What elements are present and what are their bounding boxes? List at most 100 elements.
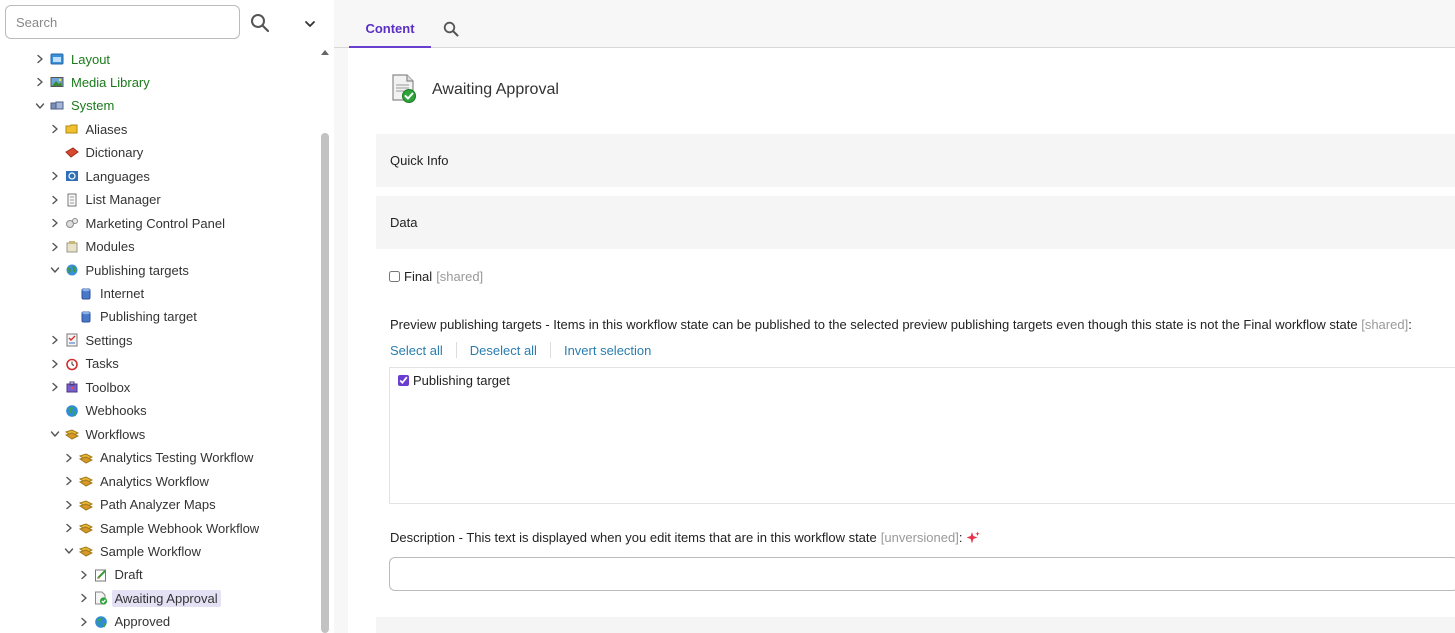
tree-node[interactable]: Tasks xyxy=(49,354,122,374)
tree-node-label[interactable]: Publishing targets xyxy=(83,262,192,279)
workflow-icon xyxy=(79,544,93,558)
tree-node-label[interactable]: Dictionary xyxy=(83,144,147,161)
tree-node[interactable]: Approved xyxy=(78,612,174,632)
tree-node-label[interactable]: Publishing target xyxy=(97,308,200,325)
tree-node[interactable]: Publishing targets xyxy=(49,260,192,280)
tree-node-label[interactable]: Tasks xyxy=(83,355,122,372)
tree-node[interactable]: Webhooks xyxy=(49,401,150,421)
label-colon: : xyxy=(1408,317,1412,332)
tree-node[interactable]: Layout xyxy=(34,49,113,69)
expand-arrow-icon[interactable] xyxy=(49,123,61,135)
expand-arrow-icon[interactable] xyxy=(49,334,61,346)
expand-arrow-icon[interactable] xyxy=(49,170,61,182)
description-input[interactable] xyxy=(389,557,1455,591)
tree-node[interactable]: Toolbox xyxy=(49,377,134,397)
tree-node[interactable]: Publishing target xyxy=(63,307,200,327)
system-icon xyxy=(50,99,64,113)
deselect-all-link[interactable]: Deselect all xyxy=(470,343,537,358)
scrollbar-thumb[interactable] xyxy=(321,133,329,633)
tree-node-label[interactable]: Path Analyzer Maps xyxy=(97,496,219,513)
tree-node[interactable]: Analytics Testing Workflow xyxy=(63,448,256,468)
next-section[interactable] xyxy=(376,617,1455,633)
tree-node[interactable]: Sample Webhook Workflow xyxy=(63,518,262,538)
final-checkbox[interactable] xyxy=(389,271,400,282)
tree-node[interactable]: Draft xyxy=(78,565,146,585)
tree-node[interactable]: Sample Workflow xyxy=(63,541,204,561)
preview-targets-list: Publishing target xyxy=(389,367,1455,504)
tree-node-label[interactable]: Modules xyxy=(83,238,138,255)
expand-arrow-icon[interactable] xyxy=(34,53,46,65)
tree-node-label[interactable]: Draft xyxy=(112,566,146,583)
tree-node-label[interactable]: Sample Workflow xyxy=(97,543,204,560)
expand-arrow-icon[interactable] xyxy=(49,194,61,206)
tree-node-label[interactable]: Layout xyxy=(68,51,113,68)
tree-node-label[interactable]: Marketing Control Panel xyxy=(83,215,228,232)
tree-node[interactable]: Aliases xyxy=(49,119,131,139)
expand-arrow-icon[interactable] xyxy=(78,616,90,628)
quick-info-section[interactable]: Quick Info xyxy=(376,134,1455,187)
expand-arrow-icon[interactable] xyxy=(49,241,61,253)
tree-node[interactable]: Analytics Workflow xyxy=(63,471,212,491)
folder-icon xyxy=(65,122,79,136)
tree-node[interactable]: Path Analyzer Maps xyxy=(63,495,219,515)
tree-node-label[interactable]: System xyxy=(68,97,117,114)
tree-node[interactable]: System xyxy=(34,96,117,116)
tree-node-label[interactable]: Webhooks xyxy=(83,402,150,419)
search-icon[interactable] xyxy=(442,20,460,38)
collapse-arrow-icon[interactable] xyxy=(34,100,46,112)
tree-node-label[interactable]: Aliases xyxy=(83,121,131,138)
content-tree-panel: Layout Media Library System Aliases Dictiona… xyxy=(0,0,334,633)
expand-arrow-icon[interactable] xyxy=(63,499,75,511)
tree-node-label[interactable]: Sample Webhook Workflow xyxy=(97,520,262,537)
invert-selection-link[interactable]: Invert selection xyxy=(564,343,651,358)
tree-node-label[interactable]: Approved xyxy=(112,613,174,630)
expand-arrow-icon[interactable] xyxy=(78,592,90,604)
tree-node[interactable]: Settings xyxy=(49,330,136,350)
expand-arrow-icon[interactable] xyxy=(63,522,75,534)
awaiting-approval-icon xyxy=(392,74,416,103)
search-icon[interactable] xyxy=(248,11,272,35)
tree-node-label[interactable]: Settings xyxy=(83,332,136,349)
tree-node[interactable]: Languages xyxy=(49,166,153,186)
expand-arrow-icon[interactable] xyxy=(63,475,75,487)
tree-node[interactable]: Media Library xyxy=(34,72,153,92)
expand-arrow-icon[interactable] xyxy=(49,358,61,370)
select-all-link[interactable]: Select all xyxy=(390,343,443,358)
tree-node-label[interactable]: Internet xyxy=(97,285,147,302)
publishing-target-checkbox[interactable] xyxy=(398,375,409,386)
sparkle-icon[interactable] xyxy=(966,531,981,545)
data-section[interactable]: Data xyxy=(376,196,1455,249)
tree-node[interactable]: Internet xyxy=(63,284,147,304)
tree-node-label[interactable]: Analytics Workflow xyxy=(97,473,212,490)
tree-node-label[interactable]: Toolbox xyxy=(83,379,134,396)
tree-node[interactable]: List Manager xyxy=(49,190,164,210)
tab-content[interactable]: Content xyxy=(349,10,431,48)
expand-arrow-icon[interactable] xyxy=(78,569,90,581)
tree-node-label[interactable]: Languages xyxy=(83,168,153,185)
tree-node-label[interactable]: List Manager xyxy=(83,191,164,208)
tree-node-label[interactable]: Awaiting Approval xyxy=(111,589,221,607)
tree-node[interactable]: Dictionary xyxy=(49,143,147,163)
tree-node-label[interactable]: Analytics Testing Workflow xyxy=(97,449,256,466)
settings-icon xyxy=(65,333,79,347)
workflow-icon xyxy=(79,474,93,488)
chevron-down-icon[interactable] xyxy=(302,16,318,32)
collapse-arrow-icon[interactable] xyxy=(49,428,61,440)
tree-node-label[interactable]: Workflows xyxy=(83,426,149,443)
tree-node[interactable]: Modules xyxy=(49,237,138,257)
list-item: Publishing target xyxy=(398,373,510,388)
tree-node[interactable]: Workflows xyxy=(49,424,149,444)
expand-arrow-icon[interactable] xyxy=(49,217,61,229)
tree-scrollbar[interactable] xyxy=(320,46,330,633)
search-input[interactable] xyxy=(5,5,240,39)
tree-node[interactable]: Marketing Control Panel xyxy=(49,213,228,233)
tree-node-label[interactable]: Media Library xyxy=(68,74,153,91)
tree-node[interactable]: Awaiting Approval xyxy=(78,588,221,608)
scroll-up-arrow-icon[interactable] xyxy=(321,48,329,56)
expand-arrow-icon[interactable] xyxy=(49,381,61,393)
expand-arrow-icon[interactable] xyxy=(63,452,75,464)
final-field: Final [shared] xyxy=(389,269,483,284)
expand-arrow-icon[interactable] xyxy=(34,76,46,88)
collapse-arrow-icon[interactable] xyxy=(63,545,75,557)
collapse-arrow-icon[interactable] xyxy=(49,264,61,276)
